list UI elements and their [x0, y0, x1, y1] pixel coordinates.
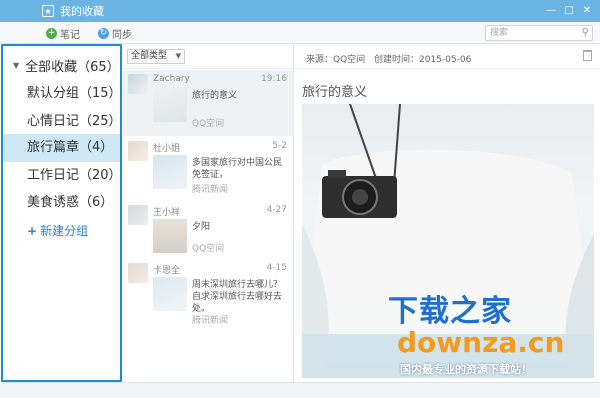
note-date: 4-27 [266, 205, 287, 215]
watermark-logo-text: 下载之家 [388, 294, 512, 329]
trash-icon[interactable] [583, 50, 592, 61]
avatar [128, 205, 148, 225]
watermark-domain: downza.cn [397, 326, 565, 359]
note-title: 旅行的意义 [192, 91, 238, 101]
sync-label: 同步 [112, 30, 132, 41]
detail-title: 旅行的意义 [302, 85, 368, 100]
title-bar: ★ 我的收藏 — □ ✕ [0, 0, 600, 22]
new-group-button[interactable]: + 新建分组 [27, 222, 88, 239]
note-thumbnail [153, 219, 187, 253]
note-author: 王小祥 [153, 208, 181, 218]
maximize-button[interactable]: □ [560, 3, 578, 18]
note-date: 5-2 [272, 141, 287, 151]
new-note-label: 笔记 [60, 30, 80, 41]
note-author: 卡恩全 [153, 266, 181, 276]
note-source: 腾讯新闻 [192, 316, 229, 326]
note-source: QQ空间 [192, 244, 225, 254]
avatar [128, 263, 148, 283]
note-title: 多国家旅行对中国公民免签证， [192, 158, 283, 180]
sidebar-item-default[interactable]: 默认分组（15） [3, 80, 122, 108]
plus-icon: + [46, 28, 57, 39]
note-list: 全部类型 ▼ Zachary 19:16 旅行的意义 QQ空间 杜小姐 5-2 … [123, 45, 294, 382]
toolbar: + 笔记 ↻ 同步 搜索 ⚲ [0, 22, 600, 44]
window-title: 我的收藏 [60, 5, 104, 18]
sidebar-item-mood-diary[interactable]: 心情日记（25） [3, 108, 122, 136]
list-item[interactable]: 卡恩全 4-15 周末深圳旅行去哪儿？自求深圳旅行去哪好去处。 腾讯新闻 [123, 259, 293, 331]
avatar [128, 141, 148, 161]
star-icon: ★ [42, 5, 54, 17]
avatar [128, 74, 148, 94]
note-date: 19:16 [261, 74, 287, 84]
group-sidebar: ▼ 全部收藏（65） 默认分组（15） 心情日记（25） 旅行篇章（4） 工作日… [1, 44, 122, 382]
detail-created-time: 创建时间：2015-05-06 [374, 55, 472, 65]
search-placeholder: 搜索 [490, 28, 509, 38]
collapse-triangle-icon[interactable]: ▼ [13, 61, 19, 70]
sidebar-item-travel[interactable]: 旅行篇章（4） [3, 134, 120, 162]
list-item[interactable]: 杜小姐 5-2 多国家旅行对中国公民免签证， 腾讯新闻 [123, 137, 293, 199]
close-button[interactable]: ✕ [578, 3, 596, 18]
type-filter-select[interactable]: 全部类型 ▼ [127, 49, 185, 64]
sidebar-item-work-diary[interactable]: 工作日记（20） [3, 162, 122, 190]
note-thumbnail [153, 155, 187, 189]
note-thumbnail [153, 277, 187, 311]
search-input[interactable]: 搜索 ⚲ [485, 25, 593, 41]
sidebar-item-all[interactable]: ▼ 全部收藏（65） [13, 56, 120, 75]
sidebar-all-label: 全部收藏（65） [25, 60, 120, 75]
plus-icon: + [27, 224, 38, 238]
note-source: 腾讯新闻 [192, 185, 229, 195]
note-author: Zachary [153, 74, 190, 84]
note-thumbnail [153, 88, 187, 122]
sidebar-item-food[interactable]: 美食诱惑（6） [3, 189, 120, 217]
list-header: 全部类型 ▼ [123, 45, 293, 69]
status-bar [0, 382, 600, 398]
note-author: 杜小姐 [153, 144, 181, 154]
chevron-down-icon: ▼ [175, 52, 181, 60]
sync-icon: ↻ [98, 28, 109, 39]
sync-button[interactable]: ↻ 同步 [98, 26, 132, 41]
watermark-slogan: 国内最专业的资源下载站！ [400, 363, 532, 376]
new-group-label: 新建分组 [40, 224, 89, 238]
note-title: 夕阳 [192, 222, 211, 232]
minimize-button[interactable]: — [542, 3, 560, 18]
detail-source: 来源：QQ空间 [306, 55, 366, 65]
list-item[interactable]: 王小祥 4-27 夕阳 QQ空间 [123, 201, 293, 263]
detail-header: 来源：QQ空间 创建时间：2015-05-06 [295, 45, 600, 69]
window-controls: — □ ✕ [542, 3, 596, 18]
search-icon[interactable]: ⚲ [582, 26, 589, 40]
note-title: 周末深圳旅行去哪儿？自求深圳旅行去哪好去处。 [192, 280, 283, 314]
note-date: 4-15 [266, 263, 287, 273]
list-item[interactable]: Zachary 19:16 旅行的意义 QQ空间 [123, 70, 293, 136]
type-filter-value: 全部类型 [131, 51, 168, 61]
note-source: QQ空间 [192, 119, 225, 129]
new-note-button[interactable]: + 笔记 [46, 26, 80, 41]
